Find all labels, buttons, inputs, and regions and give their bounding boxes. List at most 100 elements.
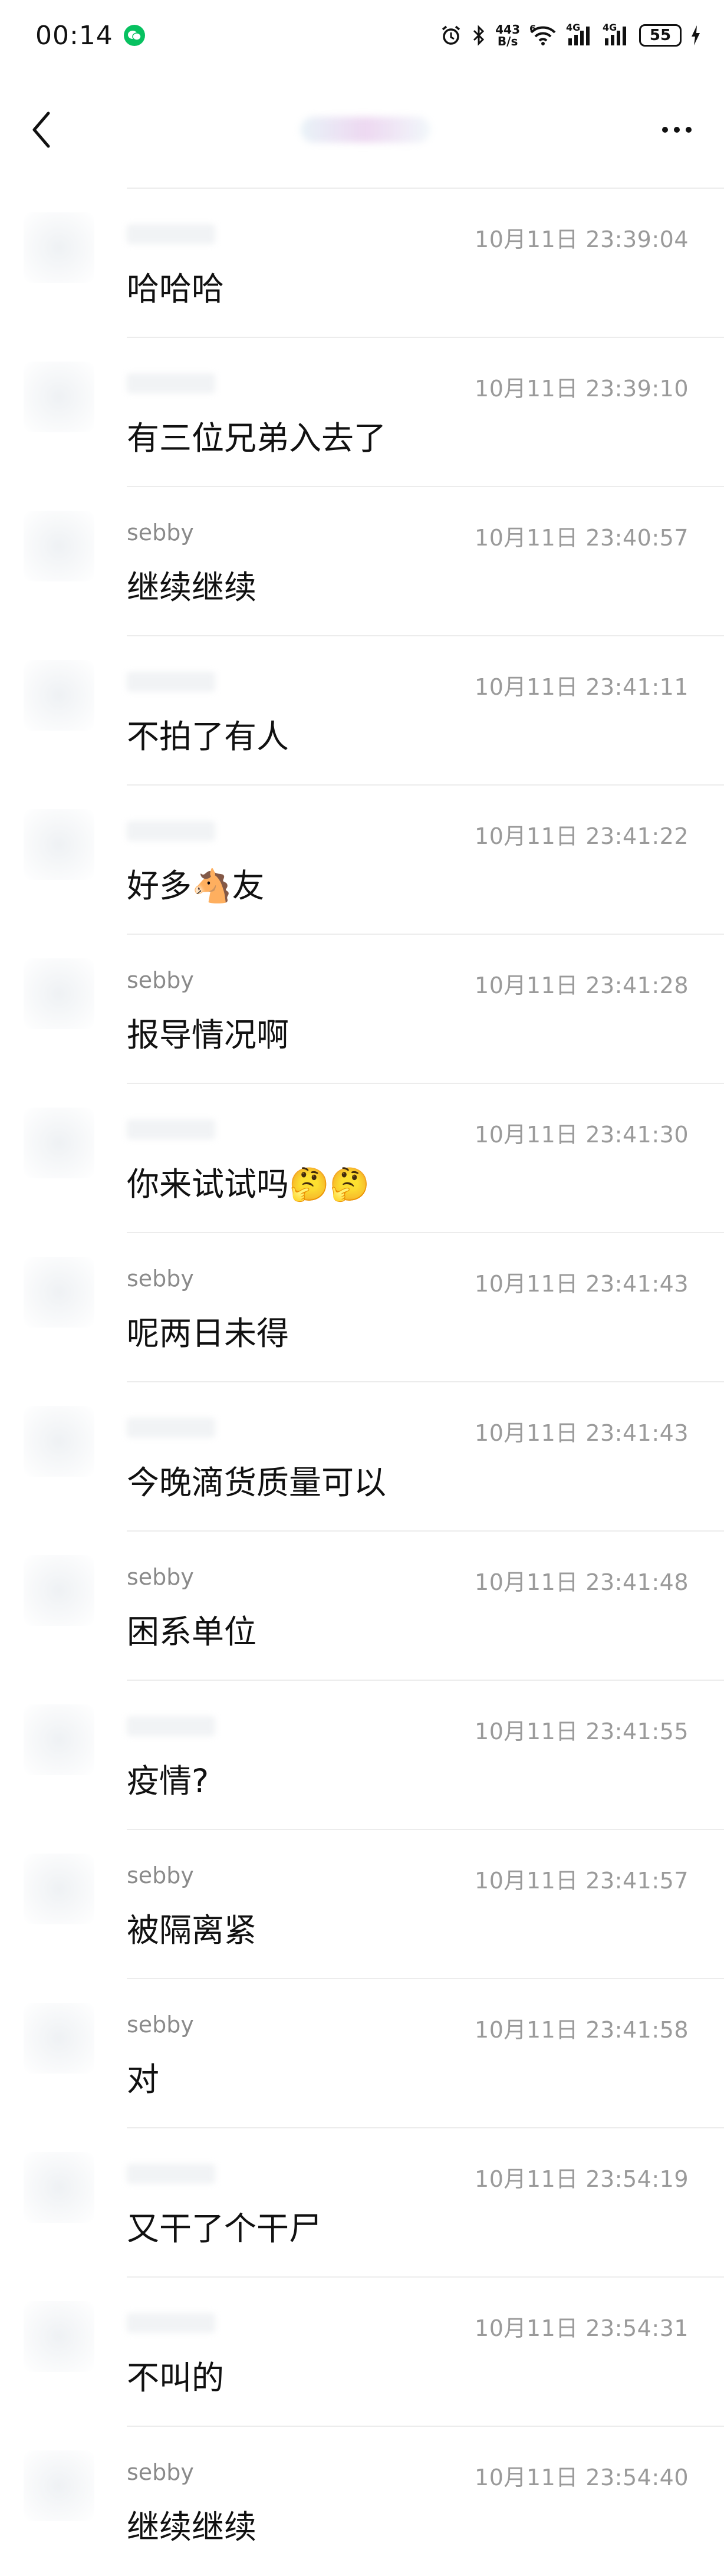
message-timestamp: 10月11日 23:40:57 xyxy=(475,525,689,551)
message-text: 被隔离紧 xyxy=(127,1911,257,1949)
message-timestamp: 10月11日 23:39:10 xyxy=(475,376,689,402)
message-text: 困系单位 xyxy=(127,1613,257,1651)
signal-icon-2: 4G xyxy=(603,22,630,47)
sender-name: sebby xyxy=(127,967,194,993)
signal-network-label-2: 4G xyxy=(603,22,617,33)
chevron-left-icon xyxy=(32,111,50,148)
message-timestamp: 10月11日 23:41:11 xyxy=(475,674,689,700)
message-timestamp: 10月11日 23:54:31 xyxy=(475,2315,689,2341)
message-row[interactable]: 10月11日 23:41:55 疫情? xyxy=(0,1681,724,1830)
wifi-icon: 6 xyxy=(529,23,557,47)
message-text: 对 xyxy=(127,2061,160,2098)
redacted-sender-name xyxy=(127,224,215,244)
avatar[interactable] xyxy=(24,2152,94,2223)
sender-name: sebby xyxy=(127,1266,194,1292)
message-timestamp: 10月11日 23:41:22 xyxy=(475,823,689,849)
status-bar-right: 443 B/s 6 4G 4G 55 xyxy=(440,22,700,47)
message-row[interactable]: 10月11日 23:54:19 又干了个干尸 xyxy=(0,2128,724,2278)
more-dot xyxy=(686,127,692,133)
avatar[interactable] xyxy=(24,809,94,880)
message-text: 你来试试吗🤔🤔 xyxy=(127,1165,370,1203)
message-row[interactable]: sebby 10月11日 23:41:57 被隔离紧 xyxy=(0,1830,724,1979)
message-timestamp: 10月11日 23:41:48 xyxy=(475,1569,689,1595)
message-timestamp: 10月11日 23:41:43 xyxy=(475,1420,689,1446)
more-button[interactable] xyxy=(653,106,700,153)
charging-icon xyxy=(691,25,700,45)
avatar[interactable] xyxy=(24,1555,94,1626)
avatar[interactable] xyxy=(24,212,94,283)
status-time: 00:14 xyxy=(35,20,113,51)
redacted-title xyxy=(301,117,430,143)
wechat-notification-icon xyxy=(123,25,145,46)
message-text: 又干了个干尸 xyxy=(127,2210,322,2248)
message-text: 继续继续 xyxy=(127,2508,257,2546)
network-speed: 443 B/s xyxy=(495,24,520,47)
message-row[interactable]: 10月11日 23:41:30 你来试试吗🤔🤔 xyxy=(0,1084,724,1233)
network-speed-value: 443 xyxy=(495,22,520,37)
alarm-icon xyxy=(440,24,462,47)
message-text: 今晚滴货质量可以 xyxy=(127,1464,387,1501)
message-timestamp: 10月11日 23:41:43 xyxy=(475,1271,689,1297)
avatar[interactable] xyxy=(24,2003,94,2074)
message-text: 报导情况啊 xyxy=(127,1016,289,1054)
more-dots-icon xyxy=(662,127,668,133)
chat-history-list[interactable]: 10月11日 23:39:04 哈哈哈 10月11日 23:39:10 有三位兄弟入去… xyxy=(0,189,724,2576)
message-row[interactable]: sebby 10月11日 23:54:40 继续继续 xyxy=(0,2427,724,2576)
redacted-sender-name xyxy=(127,2313,215,2333)
message-timestamp: 10月11日 23:39:04 xyxy=(475,226,689,252)
bluetooth-icon xyxy=(472,24,486,47)
chat-title xyxy=(177,106,554,153)
message-row[interactable]: 10月11日 23:54:31 不叫的 xyxy=(0,2278,724,2427)
message-text: 呢两日未得 xyxy=(127,1315,289,1352)
message-row[interactable]: sebby 10月11日 23:41:48 困系单位 xyxy=(0,1532,724,1681)
signal-icon: 4G xyxy=(566,22,593,47)
avatar[interactable] xyxy=(24,1406,94,1477)
avatar[interactable] xyxy=(24,1257,94,1328)
message-text: 不拍了有人 xyxy=(127,718,289,755)
redacted-sender-name xyxy=(127,1716,215,1736)
sender-name: sebby xyxy=(127,520,194,546)
message-row[interactable]: 10月11日 23:41:22 好多🐴友 xyxy=(0,786,724,935)
message-row[interactable]: 10月11日 23:41:11 不拍了有人 xyxy=(0,636,724,786)
message-row[interactable]: sebby 10月11日 23:41:43 呢两日未得 xyxy=(0,1233,724,1382)
avatar[interactable] xyxy=(24,1704,94,1775)
avatar[interactable] xyxy=(24,362,94,432)
avatar[interactable] xyxy=(24,511,94,581)
avatar[interactable] xyxy=(24,1108,94,1178)
status-bar-left: 00:14 xyxy=(35,21,145,51)
sender-name: sebby xyxy=(127,2459,194,2485)
message-timestamp: 10月11日 23:41:30 xyxy=(475,1122,689,1148)
message-row[interactable]: 10月11日 23:39:04 哈哈哈 xyxy=(0,189,724,338)
message-timestamp: 10月11日 23:41:28 xyxy=(475,972,689,998)
back-button[interactable] xyxy=(24,106,59,153)
network-speed-unit: B/s xyxy=(497,34,518,48)
sender-name: sebby xyxy=(127,1862,194,1888)
message-row[interactable]: 10月11日 23:41:43 今晚滴货质量可以 xyxy=(0,1382,724,1532)
message-row[interactable]: sebby 10月11日 23:41:58 对 xyxy=(0,1979,724,2128)
redacted-sender-name xyxy=(127,1418,215,1438)
status-bar: 00:14 443 B/s 6 4G 4G 55 xyxy=(0,0,724,71)
message-timestamp: 10月11日 23:54:40 xyxy=(475,2465,689,2490)
sender-name: sebby xyxy=(127,2012,194,2038)
message-text: 继续继续 xyxy=(127,569,257,606)
signal-network-label: 4G xyxy=(566,22,581,33)
redacted-sender-name xyxy=(127,1119,215,1139)
more-dot xyxy=(674,127,680,133)
avatar[interactable] xyxy=(24,958,94,1029)
message-text: 哈哈哈 xyxy=(127,270,225,308)
message-timestamp: 10月11日 23:41:58 xyxy=(475,2017,689,2043)
message-row[interactable]: sebby 10月11日 23:41:28 报导情况啊 xyxy=(0,935,724,1084)
avatar[interactable] xyxy=(24,2301,94,2372)
battery-indicator: 55 xyxy=(639,24,682,47)
message-row[interactable]: 10月11日 23:39:10 有三位兄弟入去了 xyxy=(0,338,724,487)
message-text: 疫情? xyxy=(127,1762,209,1800)
message-timestamp: 10月11日 23:41:55 xyxy=(475,1719,689,1744)
message-text: 有三位兄弟入去了 xyxy=(127,419,387,457)
message-timestamp: 10月11日 23:41:57 xyxy=(475,1868,689,1894)
avatar[interactable] xyxy=(24,1854,94,1924)
avatar[interactable] xyxy=(24,2450,94,2521)
redacted-sender-name xyxy=(127,821,215,841)
redacted-sender-name xyxy=(127,373,215,393)
avatar[interactable] xyxy=(24,660,94,731)
message-row[interactable]: sebby 10月11日 23:40:57 继续继续 xyxy=(0,487,724,636)
